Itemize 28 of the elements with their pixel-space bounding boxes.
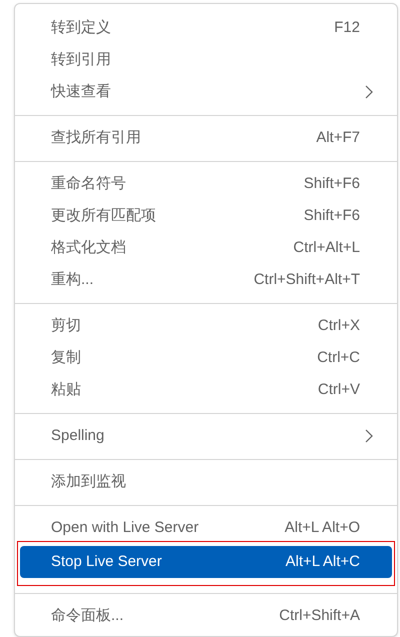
shortcut-label: Shift+F6 <box>304 206 360 226</box>
shortcut-label: Ctrl+X <box>318 316 360 336</box>
menu-item[interactable]: Open with Live Server Alt+L Alt+O <box>20 512 392 544</box>
shortcut-label: Alt+L Alt+C <box>286 552 360 572</box>
shortcut-label: Alt+L Alt+O <box>284 518 360 538</box>
menu-item[interactable]: 添加到监视 <box>20 466 392 498</box>
menu-item[interactable]: 查找所有引用 Alt+F7 <box>20 122 392 154</box>
menu-item[interactable]: 复制 Ctrl+C <box>20 342 392 374</box>
menu-item[interactable]: 转到定义 F12 <box>20 12 392 44</box>
menu-item[interactable]: 粘贴 Ctrl+V <box>20 374 392 406</box>
menu-item[interactable]: 重命名符号 Shift+F6 <box>20 168 392 200</box>
menu-item[interactable]: 转到引用 <box>20 44 392 76</box>
shortcut-label: Ctrl+C <box>317 348 360 368</box>
shortcut-label: F12 <box>334 18 360 38</box>
shortcut-label: Ctrl+Alt+L <box>293 238 360 258</box>
shortcut-label: Ctrl+V <box>318 380 360 400</box>
shortcut-label: Ctrl+Shift+Alt+T <box>254 270 360 290</box>
menu-item[interactable]: 快速查看 <box>20 76 392 108</box>
menu-item[interactable]: 命令面板... Ctrl+Shift+A <box>20 600 392 632</box>
shortcut-label: Shift+F6 <box>304 174 360 194</box>
menu-item[interactable]: 更改所有匹配项 Shift+F6 <box>20 200 392 232</box>
menu-item[interactable]: Stop Live Server Alt+L Alt+C <box>20 546 392 578</box>
menu-item[interactable]: 格式化文档 Ctrl+Alt+L <box>20 232 392 264</box>
shortcut-label: Alt+F7 <box>316 128 360 148</box>
shortcut-label: Ctrl+Shift+A <box>279 606 360 626</box>
menu-item[interactable]: Spelling <box>20 420 392 452</box>
menu-item[interactable]: 重构... Ctrl+Shift+Alt+T <box>20 264 392 296</box>
menu-item[interactable]: 剪切 Ctrl+X <box>20 310 392 342</box>
